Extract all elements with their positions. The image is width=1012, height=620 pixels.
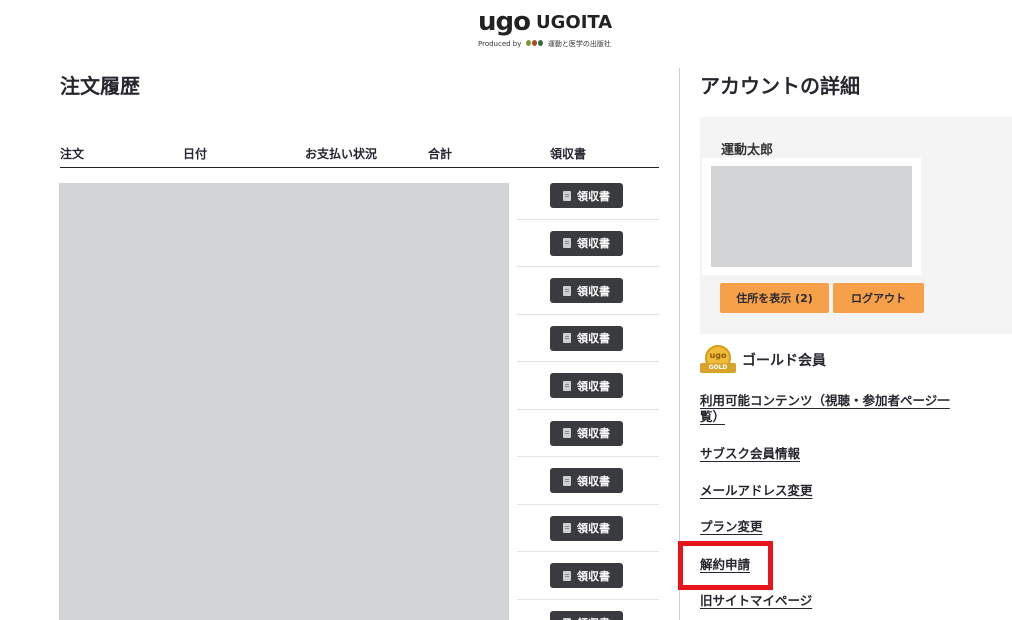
receipt-button[interactable]: 領収書 [550, 325, 623, 351]
document-icon [563, 428, 571, 438]
column-receipt: 領収書 [550, 147, 587, 161]
column-total: 合計 [428, 147, 453, 161]
gold-ribbon-text: GOLD [708, 364, 728, 371]
table-row: 領収書 [517, 172, 659, 220]
redacted-order-rows [59, 183, 509, 620]
receipt-button-label: 領収書 [577, 522, 610, 535]
table-row: 領収書 [517, 505, 659, 552]
logo-name: UGOITA [536, 12, 613, 33]
receipt-button-label: 領収書 [577, 569, 610, 583]
document-icon [563, 238, 571, 248]
account-details-title: アカウントの詳細 [700, 74, 860, 98]
old-site-mypage-link[interactable]: 旧サイトマイページ [700, 593, 812, 609]
table-row: 領収書 [517, 315, 659, 362]
receipt-button-label: 領収書 [577, 237, 610, 250]
receipt-button[interactable]: 領収書 [550, 373, 623, 398]
document-icon [563, 285, 571, 296]
logo-sub-suffix: 運動と医学の出版社 [547, 40, 611, 48]
table-row: 領収書 [517, 267, 659, 315]
document-icon [563, 333, 571, 343]
document-icon [563, 523, 571, 533]
table-row: 領収書 [517, 410, 659, 457]
receipt-button[interactable]: 領収書 [550, 515, 623, 541]
highlight-annotation [678, 541, 773, 590]
show-address-button[interactable]: 住所を表示 (2) [720, 283, 829, 313]
table-row: 領収書 [517, 457, 659, 505]
document-icon [563, 190, 571, 201]
receipt-button[interactable]: 領収書 [550, 230, 623, 256]
gold-badge-text: ugo [709, 351, 727, 360]
publisher-logo-icon [525, 39, 544, 49]
ugoita-logo[interactable]: ugo UGOITA Produced by 運動と医学の出版社 [478, 8, 618, 52]
redacted-address [711, 166, 912, 267]
column-date: 日付 [183, 147, 208, 161]
receipt-button[interactable]: 領収書 [550, 563, 623, 588]
receipt-button-label: 領収書 [577, 474, 610, 488]
receipt-button-label: 領収書 [577, 427, 610, 440]
table-row: 領収書 [517, 552, 659, 600]
logo-sub-prefix: Produced by [478, 40, 522, 48]
column-order: 注文 [60, 147, 85, 161]
membership-label: ゴールド会員 [742, 353, 826, 369]
subscription-info-link[interactable]: サブスク会員情報 [700, 446, 800, 462]
receipt-button-label: 領収書 [577, 189, 610, 203]
change-email-link[interactable]: メールアドレス変更 [700, 483, 813, 499]
logout-button[interactable]: ログアウト [833, 283, 924, 313]
receipt-button[interactable]: 領収書 [550, 610, 623, 620]
gold-member-icon: ugo GOLD [700, 345, 736, 375]
order-history-title: 注文履歴 [60, 74, 140, 98]
column-payment-status: お支払い状況 [305, 147, 378, 161]
receipt-column: 領収書領収書領収書領収書領収書領収書領収書領収書領収書領収書 [517, 172, 659, 620]
account-name: 運動太郎 [721, 143, 774, 158]
logo-mark: ugo [478, 7, 531, 37]
receipt-button[interactable]: 領収書 [550, 183, 623, 208]
document-icon [563, 475, 571, 486]
document-icon [563, 380, 571, 391]
column-divider [679, 68, 680, 620]
receipt-button-label: 領収書 [577, 379, 610, 393]
document-icon [563, 570, 571, 581]
logo-subtitle: Produced by 運動と医学の出版社 [478, 39, 611, 49]
order-table-header: 注文 日付 お支払い状況 合計 領収書 [60, 145, 659, 168]
receipt-button-label: 領収書 [577, 332, 610, 345]
table-row: 領収書 [517, 220, 659, 267]
available-contents-link[interactable]: 利用可能コンテンツ（視聴・参加者ページ一覧） [700, 393, 956, 425]
table-row: 領収書 [517, 362, 659, 410]
table-row: 領収書 [517, 600, 659, 620]
receipt-button[interactable]: 領収書 [550, 420, 623, 446]
receipt-button-label: 領収書 [577, 284, 610, 298]
receipt-button[interactable]: 領収書 [550, 468, 623, 493]
change-plan-link[interactable]: プラン変更 [700, 519, 763, 535]
receipt-button[interactable]: 領収書 [550, 278, 623, 303]
gold-ribbon: GOLD [700, 363, 736, 373]
receipt-button-label: 領収書 [577, 615, 610, 620]
